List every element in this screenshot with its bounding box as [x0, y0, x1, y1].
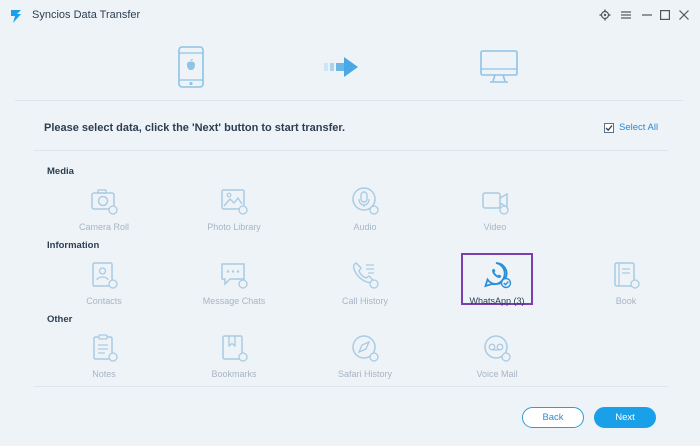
item-label: Notes	[92, 369, 116, 379]
item-contacts[interactable]: Contacts	[59, 260, 149, 306]
select-all-label[interactable]: Select All	[619, 122, 658, 133]
close-icon[interactable]	[676, 7, 692, 23]
item-video[interactable]: Video	[450, 186, 540, 232]
item-label: Call History	[341, 296, 388, 306]
contacts-icon	[92, 262, 118, 289]
video-icon	[482, 192, 509, 215]
photo-icon	[221, 189, 248, 215]
whatsapp-icon	[484, 262, 512, 289]
voicemail-icon	[484, 335, 511, 362]
item-label: Safari History	[337, 369, 392, 379]
item-label: WhatsApp (3)	[469, 296, 525, 306]
menu-icon[interactable]	[618, 7, 634, 23]
title-bar: Syncios Data Transfer	[0, 0, 700, 32]
window-title: Syncios Data Transfer	[32, 9, 141, 21]
header-divider	[34, 150, 668, 151]
app-window: Syncios Data Transfer Please select data…	[0, 0, 700, 446]
arrow-right-icon	[324, 57, 358, 77]
message-icon	[221, 263, 248, 289]
syncios-logo-icon	[11, 10, 21, 23]
section-label-other: Other	[47, 314, 73, 325]
phone-call-icon	[352, 262, 379, 289]
footer-divider	[34, 386, 668, 387]
item-label: Message Chats	[202, 296, 266, 306]
item-notes[interactable]: Notes	[59, 333, 149, 379]
maximize-icon[interactable]	[657, 7, 673, 23]
item-label: Voice Mail	[476, 369, 518, 379]
notes-icon	[93, 334, 118, 362]
item-label: Bookmarks	[211, 369, 257, 379]
item-message-chats[interactable]: Message Chats	[189, 260, 279, 306]
monitor-icon	[480, 50, 518, 83]
back-button[interactable]: Back	[522, 407, 584, 428]
item-safari-history[interactable]: Safari History	[320, 333, 410, 379]
item-label: Contacts	[86, 296, 122, 306]
item-audio[interactable]: Audio	[320, 186, 410, 232]
camera-icon	[91, 189, 118, 215]
item-label: Audio	[353, 222, 377, 232]
item-label: Video	[483, 222, 507, 232]
compass-icon	[352, 335, 379, 362]
minimize-icon[interactable]	[639, 7, 655, 23]
item-label: Photo Library	[207, 222, 261, 232]
item-book[interactable]: Book	[581, 260, 671, 306]
section-label-information: Information	[47, 240, 100, 251]
checkbox-checked-icon[interactable]	[604, 122, 614, 133]
item-whatsapp[interactable]: WhatsApp (3)	[452, 260, 542, 306]
gear-icon[interactable]	[597, 7, 613, 23]
item-bookmarks[interactable]: Bookmarks	[189, 333, 279, 379]
item-label: Book	[615, 296, 637, 306]
select-all-checkbox[interactable]: Select All	[604, 122, 658, 133]
bookmark-icon	[222, 335, 248, 362]
banner-divider	[15, 100, 683, 101]
item-call-history[interactable]: Call History	[320, 260, 410, 306]
phone-icon	[178, 46, 204, 88]
book-icon	[614, 262, 640, 289]
item-camera-roll[interactable]: Camera Roll	[59, 186, 149, 232]
section-label-media: Media	[47, 166, 74, 177]
item-photo-library[interactable]: Photo Library	[189, 186, 279, 232]
next-button[interactable]: Next	[594, 407, 656, 428]
microphone-icon	[352, 187, 379, 215]
item-label: Camera Roll	[78, 222, 129, 232]
item-voice-mail[interactable]: Voice Mail	[452, 333, 542, 379]
instruction-text: Please select data, click the 'Next' but…	[44, 122, 346, 134]
